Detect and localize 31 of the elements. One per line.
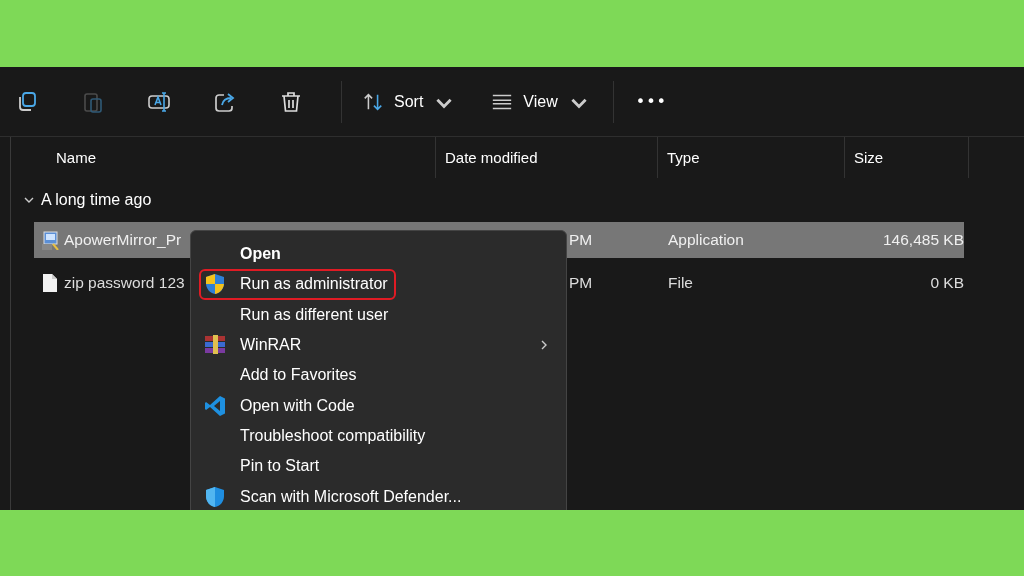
chevron-right-icon: [539, 338, 549, 351]
more-button[interactable]: •••: [635, 92, 668, 111]
table-cell-text: 146,485 KB: [882, 231, 964, 249]
table-cell: ApowerMirror_Pr: [64, 231, 182, 249]
column-header[interactable]: Size: [845, 137, 969, 178]
column-header[interactable]: Type: [658, 137, 845, 178]
table-cell: zip password 123: [64, 274, 185, 292]
column-header[interactable]: Date modified: [436, 137, 658, 178]
view-button[interactable]: View: [491, 90, 590, 113]
code-editor-icon: [203, 393, 227, 418]
menu-item[interactable]: Open: [191, 239, 287, 270]
column-header[interactable]: Name: [11, 137, 436, 178]
group-label: A long time ago: [41, 191, 152, 209]
table-cell-text: File: [667, 274, 694, 292]
file-icon: [41, 273, 59, 293]
table-cell-text: PM: [568, 231, 594, 249]
table-cell-text: PM: [568, 274, 594, 292]
application-icon: [41, 230, 59, 250]
menu-item[interactable]: Run as administrator: [199, 269, 396, 300]
menu-item[interactable]: WinRAR: [191, 329, 561, 361]
sort-button[interactable]: Sort: [362, 90, 456, 113]
menu-item[interactable]: Troubleshoot compatibility: [191, 420, 432, 452]
menu-item[interactable]: Scan with Microsoft Defender...: [191, 481, 468, 510]
menu-item[interactable]: Pin to Start: [191, 451, 326, 482]
menu-item[interactable]: Open with Code: [191, 390, 361, 421]
table-cell-text: Application: [667, 231, 745, 249]
shield-icon: [203, 484, 227, 509]
table-cell-text: 0 KB: [929, 274, 964, 292]
menu-item[interactable]: Run as different user: [191, 299, 395, 330]
shield-icon: [203, 272, 227, 297]
menu-item[interactable]: Add to Favorites: [191, 360, 363, 391]
